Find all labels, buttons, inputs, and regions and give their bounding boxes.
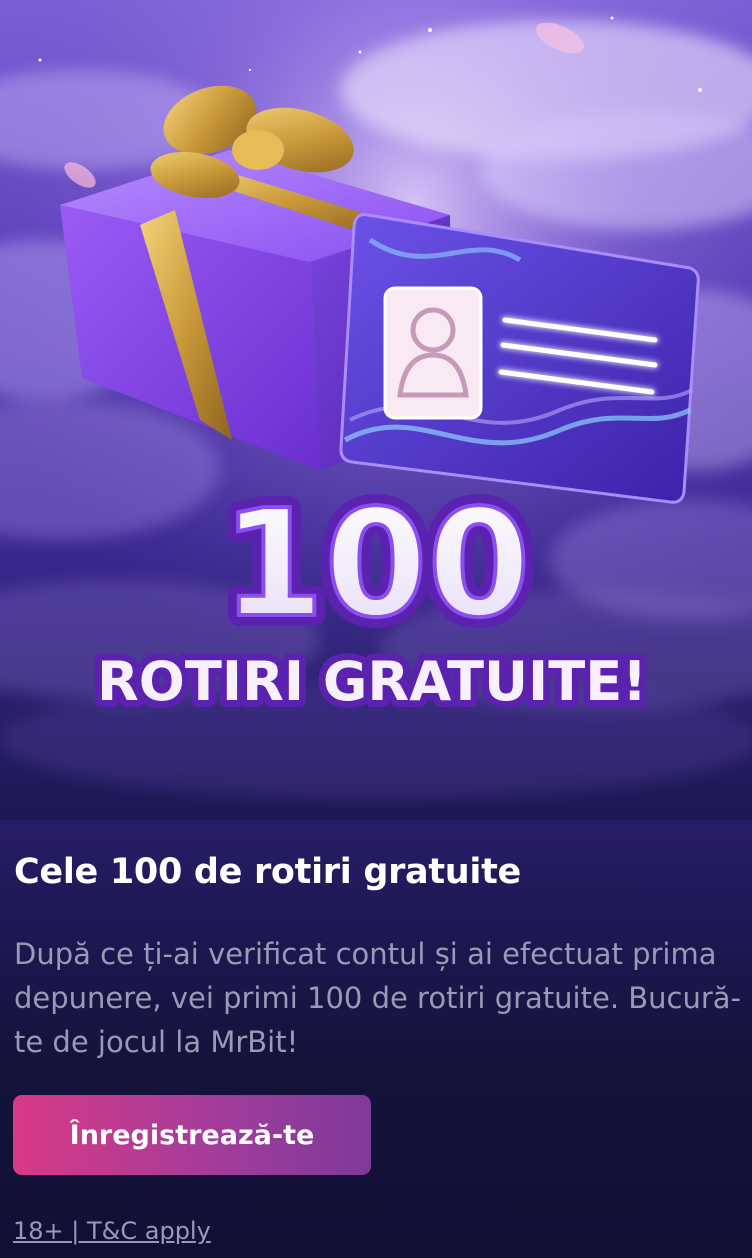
promo-title: Cele 100 de rotiri gratuite [14,852,521,892]
register-button[interactable]: Înregistrează-te [13,1095,371,1175]
svg-text:ROTIRI GRATUITE!: ROTIRI GRATUITE! [97,650,647,713]
hero-banner: 100 100 ROTIRI GRATUITE! ROTIRI GRATUITE… [0,0,752,820]
svg-text:100: 100 [222,478,531,650]
promo-page: 100 100 ROTIRI GRATUITE! ROTIRI GRATUITE… [0,0,752,1258]
headline-number: 100 100 [211,467,542,661]
terms-link[interactable]: 18+ | T&C apply [13,1217,211,1245]
promo-description: După ce ți-ai verificat contul și ai efe… [14,937,742,1059]
headline-text: ROTIRI GRATUITE! ROTIRI GRATUITE! [90,643,654,720]
